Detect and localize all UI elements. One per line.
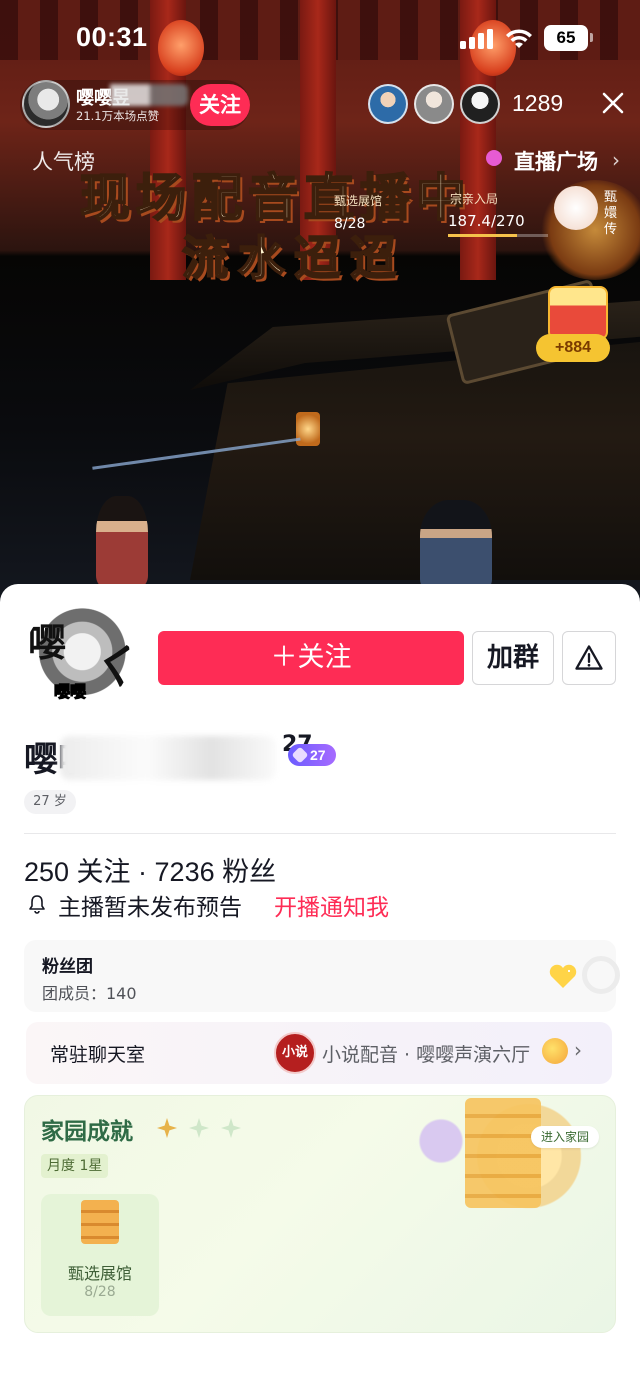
- host-name-redaction: [80, 84, 188, 106]
- star-icon: [157, 1118, 177, 1138]
- divider: [24, 833, 616, 834]
- hall-progress: 8/28: [334, 216, 366, 232]
- host-avatar[interactable]: [22, 80, 70, 128]
- smiling-face-icon: [542, 1038, 568, 1064]
- viewer-avatar[interactable]: [368, 84, 408, 124]
- building-icon: [465, 1098, 541, 1208]
- signal-icon: [460, 27, 496, 49]
- heart-icon: [549, 964, 577, 988]
- monthly-tag: 月度 1星: [41, 1154, 109, 1178]
- rank-progress: 187.4/270: [448, 212, 525, 230]
- live-follow-button[interactable]: 关注: [190, 84, 250, 126]
- chat-room-title: 常驻聊天室: [50, 1044, 146, 1066]
- follow-button[interactable]: ＋关注: [158, 631, 464, 685]
- live-square-link[interactable]: 直播广场: [514, 146, 598, 176]
- live-square-dot: [486, 150, 502, 166]
- avatar-tag: 嘤嘤: [53, 682, 87, 702]
- age-tag: 27 岁: [24, 790, 76, 814]
- home-achievement-card[interactable]: 家园成就 月度 1星 进入家园 甄选展馆 8/28: [24, 1095, 616, 1333]
- star-icon: [189, 1118, 209, 1138]
- warning-icon: [575, 645, 603, 670]
- chevron-right-icon: ›: [612, 148, 620, 172]
- actor-figure: [96, 496, 148, 586]
- follow-stats[interactable]: 250 关注 · 7236 粉丝: [24, 850, 276, 889]
- viewer-avatar[interactable]: [460, 84, 500, 124]
- treasure-chest-icon[interactable]: [548, 286, 608, 340]
- status-bar: 00:31 65: [0, 0, 640, 76]
- banner-title-line1: 现场配音直播中: [79, 168, 472, 228]
- profile-avatar[interactable]: 嘤 ㄑ 嘤嘤: [24, 604, 130, 710]
- banner-title-line2: 流水迢迢: [181, 230, 406, 286]
- join-group-button[interactable]: 加群: [472, 631, 554, 685]
- viewer-avatar[interactable]: [414, 84, 454, 124]
- fan-ring-icon: [582, 956, 620, 994]
- star-icon: [221, 1118, 241, 1138]
- chest-amount[interactable]: +884: [536, 334, 610, 362]
- side-badge-icon[interactable]: [554, 186, 598, 230]
- chat-room-card[interactable]: 常驻聊天室 小说 小说配音 · 嘤嘤声演六厅 ›: [26, 1022, 612, 1084]
- report-button[interactable]: [562, 631, 616, 685]
- level-badge[interactable]: 27: [288, 744, 336, 766]
- viewer-count[interactable]: 1289: [512, 90, 563, 117]
- battery-icon: 65: [544, 25, 588, 51]
- tile-name: 甄选展馆: [67, 1264, 132, 1283]
- battery-tip: [590, 33, 593, 42]
- chat-room-avatar: 小说: [274, 1032, 316, 1074]
- hall-building-icon: [81, 1200, 119, 1244]
- avatar-glyph: 嘤: [28, 621, 67, 665]
- fan-club-members: 团成员：140: [42, 984, 137, 1003]
- achievement-tile[interactable]: 甄选展馆 8/28: [41, 1194, 159, 1316]
- chevron-right-icon: ›: [574, 1038, 582, 1062]
- wifi-icon: [506, 29, 532, 48]
- actor-figure: [420, 500, 492, 590]
- rank-label[interactable]: 宗亲入局: [450, 190, 498, 207]
- notify-me-link[interactable]: 开播通知我: [274, 888, 389, 922]
- rank-progress-fill: [448, 234, 517, 237]
- bell-icon: [29, 895, 45, 914]
- hall-label[interactable]: 甄选展馆: [334, 192, 382, 209]
- home-title: 家园成就: [41, 1119, 133, 1145]
- fan-club-card[interactable]: 粉丝团 团成员：140: [24, 940, 620, 1012]
- notice-text: 主播暂未发布预告: [58, 895, 242, 921]
- enter-home-button[interactable]: 进入家园: [531, 1126, 599, 1148]
- side-badge-label[interactable]: 甄嬛传: [604, 190, 622, 238]
- tile-progress: 8/28: [84, 1284, 116, 1300]
- name-redaction: [60, 736, 276, 780]
- chat-room-name: 小说配音 · 嘤嘤声演六厅: [322, 1044, 531, 1066]
- fan-club-title: 粉丝团: [42, 957, 93, 977]
- avatar-glyph: ㄑ: [88, 634, 130, 698]
- close-icon[interactable]: [600, 90, 626, 116]
- status-time: 00:31: [76, 22, 148, 52]
- host-likes: 21.1万本场点赞: [76, 109, 160, 123]
